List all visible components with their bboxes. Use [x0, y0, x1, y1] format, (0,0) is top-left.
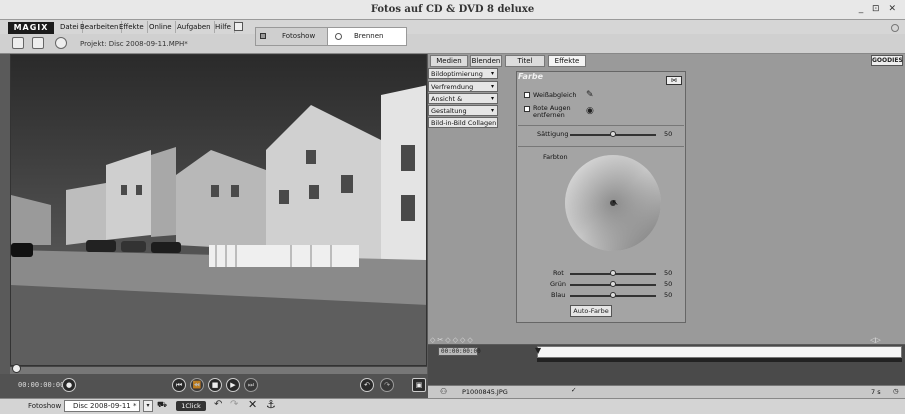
rot-label: Rot [553, 269, 564, 277]
tab-effekte[interactable]: Effekte [548, 55, 586, 67]
saettigung-label: Sättigung [537, 130, 569, 138]
rote-augen-checkbox[interactable] [524, 106, 530, 112]
open-project-icon[interactable] [32, 37, 44, 49]
redo-icon[interactable]: ↷ [230, 399, 238, 410]
disc-icon [335, 33, 342, 40]
list-bildoptimierung[interactable]: Bildoptimierung ▾ [428, 68, 498, 79]
record-button[interactable]: ● [62, 378, 76, 392]
title-bar: Fotos auf CD & DVD 8 deluxe [0, 0, 905, 20]
gruen-knob[interactable] [610, 281, 616, 287]
menu-online[interactable]: Online [146, 21, 176, 33]
list-ansicht-animation[interactable]: Ansicht & Animation▾ [428, 93, 498, 113]
film-icon[interactable]: ⛟ [157, 400, 173, 412]
list-gestaltung[interactable]: Gestaltung ▾ [428, 105, 498, 116]
goodies-button[interactable]: GOODIES [871, 55, 903, 66]
list-label: Bildoptimierung [431, 70, 483, 78]
skip-back-icon[interactable]: ⏮ [172, 378, 186, 392]
fullscreen-icon[interactable]: ▣ [412, 378, 426, 392]
menu-effekte[interactable]: Effekte [116, 21, 148, 33]
disc-select[interactable]: Disc 2008-09-11 * [64, 400, 140, 412]
timeline-tool-icons[interactable]: ◇✂◇◇◇◇ [430, 336, 475, 344]
eye-icon[interactable]: ◉ [586, 106, 594, 116]
clock-icon: ◷ [893, 387, 899, 395]
window-controls[interactable]: _ ⊡ ✕ [859, 4, 899, 14]
seek-handle[interactable] [12, 364, 21, 373]
blau-label: Blau [551, 291, 566, 299]
tab-titel[interactable]: Titel [505, 55, 545, 67]
oneclick-button[interactable]: 1Click [176, 401, 206, 411]
delete-icon[interactable]: ✕ [248, 398, 257, 411]
undo-preview-icon[interactable]: ↶ [360, 378, 374, 392]
photo-preview[interactable] [10, 54, 427, 366]
auto-farbe-button[interactable]: Auto-Farbe [570, 305, 612, 317]
check-icon: ✓ [571, 386, 577, 394]
dropdown-icon: ▾ [490, 95, 494, 102]
list-verfremdung[interactable]: Verfremdung ▾ [428, 81, 498, 92]
rot-knob[interactable] [610, 270, 616, 276]
blau-knob[interactable] [610, 292, 616, 298]
rote-augen-label-2: entfernen [533, 111, 565, 119]
tab-medien[interactable]: Medien [430, 55, 468, 67]
playhead-marker[interactable]: ▼ [535, 346, 541, 355]
farbe-title: Farbe [518, 72, 544, 81]
undo-icon[interactable]: ↶ [214, 399, 222, 410]
duration: 7 s [871, 388, 881, 396]
tab-fotoshow-label: Fotoshow [282, 32, 316, 40]
cursor-icon: ↖ [612, 198, 619, 207]
file-name: P1000845.JPG [462, 388, 508, 396]
saettigung-knob[interactable] [610, 131, 616, 137]
cut-icon[interactable]: ⚓ [266, 398, 276, 411]
list-label: Verfremdung [431, 83, 474, 91]
dropdown-icon: ▾ [490, 83, 494, 90]
list-label: Bild-in-Bild Collagen [431, 119, 497, 127]
menu-aufgaben[interactable]: Aufgaben [174, 21, 215, 33]
rewind-icon[interactable]: ⏪ [190, 378, 204, 392]
binoculars-icon[interactable]: ⚇ [440, 387, 447, 396]
play-icon[interactable]: ▶ [226, 378, 240, 392]
blau-value: 50 [664, 291, 673, 299]
window-title: Fotos auf CD & DVD 8 deluxe [370, 4, 535, 15]
zoom-icons[interactable]: ◁▷ [870, 336, 881, 344]
skip-forward-icon[interactable]: ⏭ [244, 378, 258, 392]
list-label: Gestaltung [431, 107, 467, 115]
magix-logo: MAGIX [8, 22, 54, 34]
new-project-icon[interactable] [12, 37, 24, 49]
tab-brennen-label: Brennen [354, 32, 384, 40]
tab-fotoshow[interactable]: Fotoshow [256, 28, 328, 45]
stop-icon[interactable]: ■ [208, 378, 222, 392]
save-project-icon[interactable] [55, 37, 67, 49]
divider [518, 146, 684, 147]
eyedropper-icon[interactable]: ✎ [586, 90, 594, 100]
dropdown-icon: ▾ [490, 107, 494, 114]
tab-blenden[interactable]: Blenden [470, 55, 502, 67]
gruen-label: Grün [550, 280, 566, 288]
fotoshow-icon [260, 33, 266, 39]
project-label: Projekt: Disc 2008-09-11.MPH* [80, 40, 188, 48]
fotoshow-bottom-label: Fotoshow [28, 402, 62, 410]
weissabgleich-checkbox[interactable] [524, 92, 530, 98]
timeline-timecode: 00:00:00:00 [438, 347, 481, 356]
transport-timecode: 00:00:00:00 [18, 381, 65, 389]
menu-hilfe[interactable]: Hilfe [212, 21, 235, 33]
weissabgleich-label: Weißabgleich [533, 91, 577, 99]
seek-bar[interactable] [10, 364, 427, 374]
timeline-track[interactable] [537, 358, 902, 362]
divider [518, 125, 684, 126]
street-photo [11, 55, 426, 365]
timeline-ruler[interactable] [537, 346, 902, 358]
tab-brennen[interactable]: Brennen [330, 28, 406, 45]
bowtie-icon[interactable]: ⋈ [666, 76, 682, 85]
dropdown-icon: ▾ [490, 70, 494, 77]
help-icon[interactable] [891, 24, 899, 32]
redo-preview-icon[interactable]: ↷ [380, 378, 394, 392]
monitor-icon[interactable] [234, 22, 243, 31]
saettigung-value: 50 [664, 130, 673, 138]
list-bild-in-bild[interactable]: Bild-in-Bild Collagen [428, 117, 498, 128]
rot-value: 50 [664, 269, 673, 277]
gruen-value: 50 [664, 280, 673, 288]
chevron-down-icon[interactable]: ▾ [143, 400, 153, 412]
